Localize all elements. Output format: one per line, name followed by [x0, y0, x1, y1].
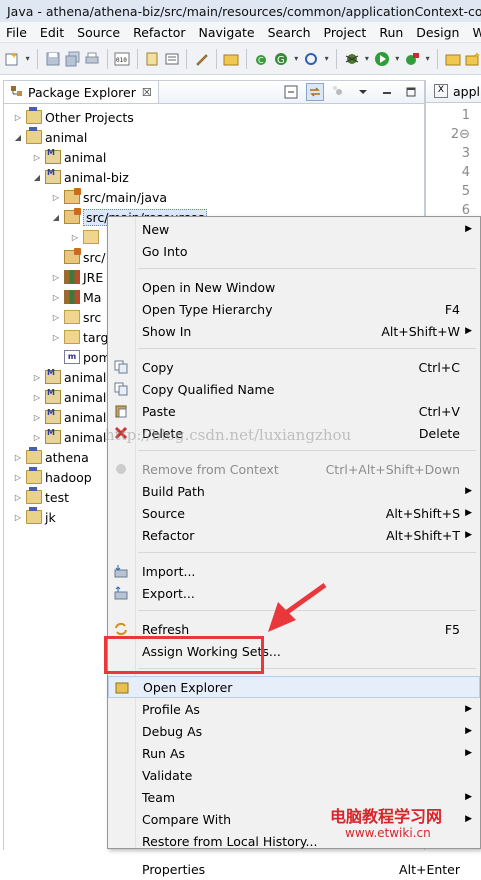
menu-item-shortcut: Alt+Enter: [399, 861, 460, 877]
site-watermark-url: www.etwiki.cn: [345, 826, 431, 840]
site-watermark-cn: 电脑教程学习网: [330, 807, 443, 826]
menu-separator: [138, 850, 476, 851]
menu-item-properties[interactable]: Properties Alt+Enter: [108, 858, 480, 880]
pointer-arrow: [268, 582, 327, 632]
menu-item-label: Properties: [142, 861, 206, 877]
